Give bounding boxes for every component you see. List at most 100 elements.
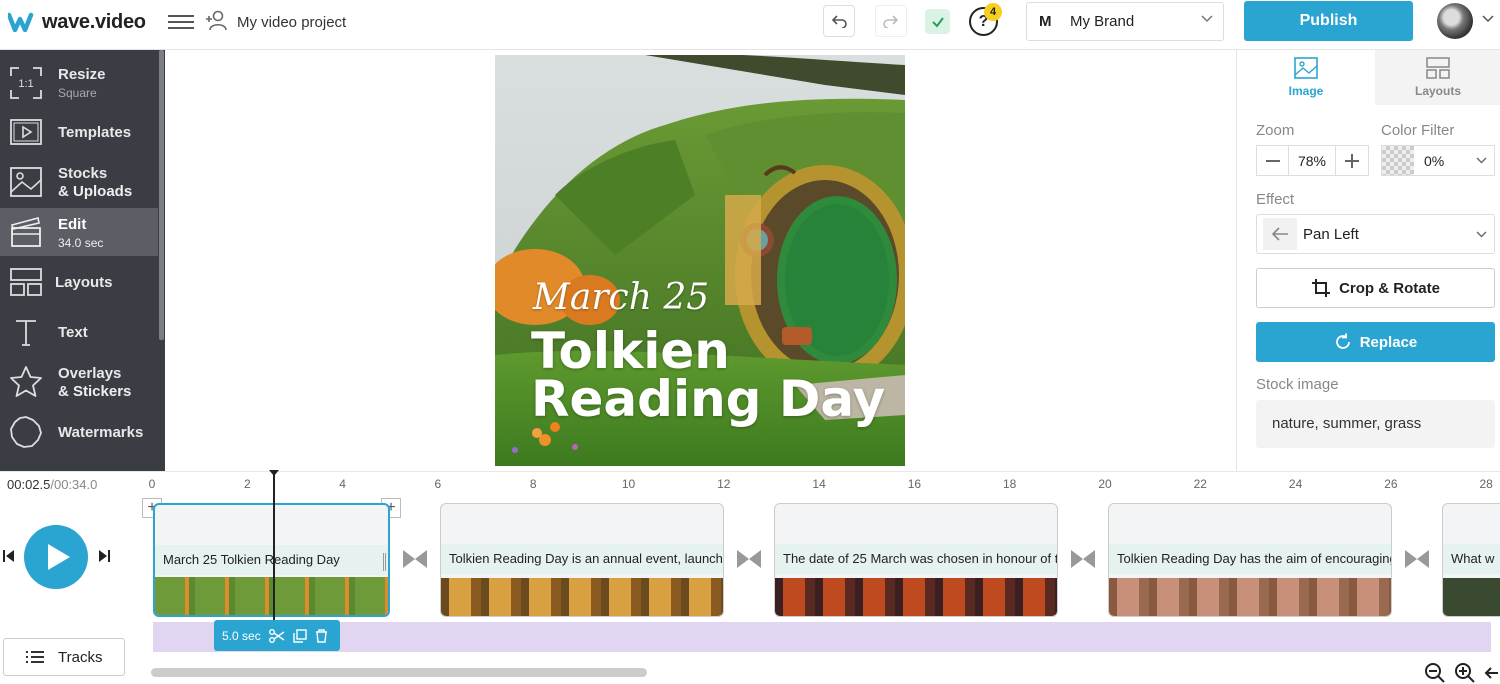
sidebar-item-label: Resize (58, 66, 106, 83)
avatar[interactable] (1437, 3, 1473, 39)
chevron-down-icon[interactable] (1482, 15, 1494, 23)
arrow-left-icon (1263, 218, 1297, 250)
resize-icon: 1:1 (10, 67, 42, 99)
tracks-label: Tracks (58, 648, 103, 666)
timecode: 00:02.5/00:34.0 (7, 477, 97, 492)
sidebar-item-watermarks[interactable]: Watermarks (0, 408, 158, 456)
color-swatch (1382, 146, 1414, 175)
play-icon (48, 544, 70, 570)
canvas-date-text[interactable]: March 25 (533, 277, 709, 318)
saved-status (925, 9, 950, 34)
text-icon (16, 320, 36, 346)
stock-tags[interactable]: nature, summer, grass (1256, 400, 1495, 448)
transition-icon[interactable] (1071, 549, 1095, 569)
logo[interactable]: wave.video (8, 10, 146, 34)
duplicate-icon[interactable] (293, 628, 307, 643)
chevron-down-icon (1201, 15, 1213, 23)
list-icon (26, 651, 44, 663)
ruler-tick-label: 10 (621, 477, 636, 491)
menu-icon[interactable] (168, 11, 194, 33)
zoom-plus-button[interactable] (1336, 146, 1368, 175)
transition-icon[interactable] (1405, 549, 1429, 569)
crop-icon (1312, 279, 1331, 297)
transition-icon[interactable] (403, 549, 427, 569)
clip-duration[interactable]: 5.0 sec (222, 629, 261, 643)
brand-letter: M (1039, 13, 1052, 30)
ruler-tick-label: 20 (1098, 477, 1112, 491)
playhead[interactable] (269, 470, 279, 620)
ruler-tick-label: 24 (1288, 477, 1303, 491)
crop-rotate-button[interactable]: Crop & Rotate (1256, 268, 1495, 308)
color-filter-label: Color Filter (1381, 122, 1455, 139)
clip-resize-handle[interactable] (383, 553, 386, 571)
sidebar-item-text[interactable]: Text (0, 308, 158, 356)
publish-button[interactable]: Publish (1244, 1, 1413, 41)
sidebar-item-edit[interactable]: Edit 34.0 sec (0, 208, 158, 256)
tracks-button[interactable]: Tracks (3, 638, 125, 676)
zoom-in-icon[interactable] (1454, 662, 1476, 684)
sidebar-item-templates[interactable]: Templates (0, 108, 158, 156)
brand-select[interactable]: M My Brand (1026, 2, 1224, 41)
sidebar-scrollbar[interactable] (159, 50, 164, 340)
sidebar-item-stocks[interactable]: Stocks & Uploads (0, 158, 158, 206)
zoom-value[interactable]: 78% (1289, 146, 1336, 175)
stock-image-label: Stock image (1256, 376, 1339, 393)
zoom-out-icon[interactable] (1424, 662, 1446, 684)
sidebar-item-sub: 34.0 sec (58, 236, 104, 250)
audio-track[interactable] (153, 622, 1491, 652)
play-button[interactable] (24, 525, 88, 589)
tab-image[interactable]: Image (1237, 50, 1375, 105)
fit-arrow-icon[interactable] (1484, 662, 1498, 684)
ruler-tick-label: 0 (148, 477, 156, 491)
scissors-icon[interactable] (268, 628, 285, 643)
project-name[interactable]: My video project (237, 14, 346, 31)
skip-forward-icon[interactable] (98, 549, 110, 563)
logo-text: wave.video (42, 10, 146, 33)
sidebar-item-label: Layouts (55, 274, 113, 291)
star-icon (10, 366, 42, 397)
canvas-title-text[interactable]: Tolkien Reading Day (531, 322, 885, 424)
add-user-icon[interactable] (205, 10, 229, 37)
scene-clip[interactable]: Tolkien Reading Day is an annual event, … (440, 503, 724, 617)
scene-thumbnails (1443, 578, 1500, 616)
undo-button[interactable] (823, 5, 855, 37)
layouts-icon (10, 268, 42, 296)
zoom-minus-button[interactable] (1257, 146, 1289, 175)
color-filter-select[interactable]: 0% (1381, 145, 1495, 176)
layouts-icon (1426, 57, 1450, 79)
effect-select[interactable]: Pan Left (1256, 214, 1495, 254)
zoom-label: Zoom (1256, 122, 1295, 139)
skip-back-icon[interactable] (3, 549, 15, 563)
sidebar-item-label: Text (58, 324, 88, 341)
ruler-tick-label: 16 (907, 477, 922, 491)
scene-thumbnails (441, 578, 723, 616)
timeline-scrollbar[interactable] (151, 668, 647, 677)
templates-icon (10, 119, 42, 145)
trash-icon[interactable] (315, 628, 328, 643)
canvas-title-line: Tolkien (531, 322, 730, 380)
scene-clip[interactable]: Tolkien Reading Day has the aim of encou… (1108, 503, 1392, 617)
scene-thumbnails (155, 577, 388, 615)
scene-thumbnails (775, 578, 1057, 616)
ruler-tick-label: 28 (1479, 477, 1493, 491)
scene-clip[interactable]: March 25 Tolkien Reading Day (153, 503, 390, 617)
scene-clip[interactable]: The date of 25 March was chosen in honou… (774, 503, 1058, 617)
scene-clip[interactable]: What w (1442, 503, 1500, 617)
redo-button[interactable] (875, 5, 907, 37)
tab-layouts[interactable]: Layouts (1375, 50, 1500, 105)
ruler-tick-label: 18 (1003, 477, 1017, 491)
wave-logo-icon (8, 12, 34, 32)
stocks-icon (10, 167, 42, 197)
sidebar-item-resize[interactable]: 1:1 Resize Square (0, 58, 158, 108)
sidebar-item-sub: & Stickers (58, 383, 132, 400)
sidebar-item-layouts[interactable]: Layouts (0, 258, 158, 306)
sidebar-item-label: Stocks (58, 165, 108, 182)
effect-label: Effect (1256, 191, 1295, 208)
transition-icon[interactable] (737, 549, 761, 569)
video-frame[interactable]: March 25 Tolkien Reading Day (495, 55, 905, 466)
sidebar-item-label: Templates (58, 124, 132, 141)
scene-clip-text: The date of 25 March was chosen in honou… (775, 544, 1057, 574)
ruler-tick-label: 8 (529, 477, 537, 491)
replace-button[interactable]: Replace (1256, 322, 1495, 362)
sidebar-item-overlays[interactable]: Overlays & Stickers (0, 358, 158, 406)
